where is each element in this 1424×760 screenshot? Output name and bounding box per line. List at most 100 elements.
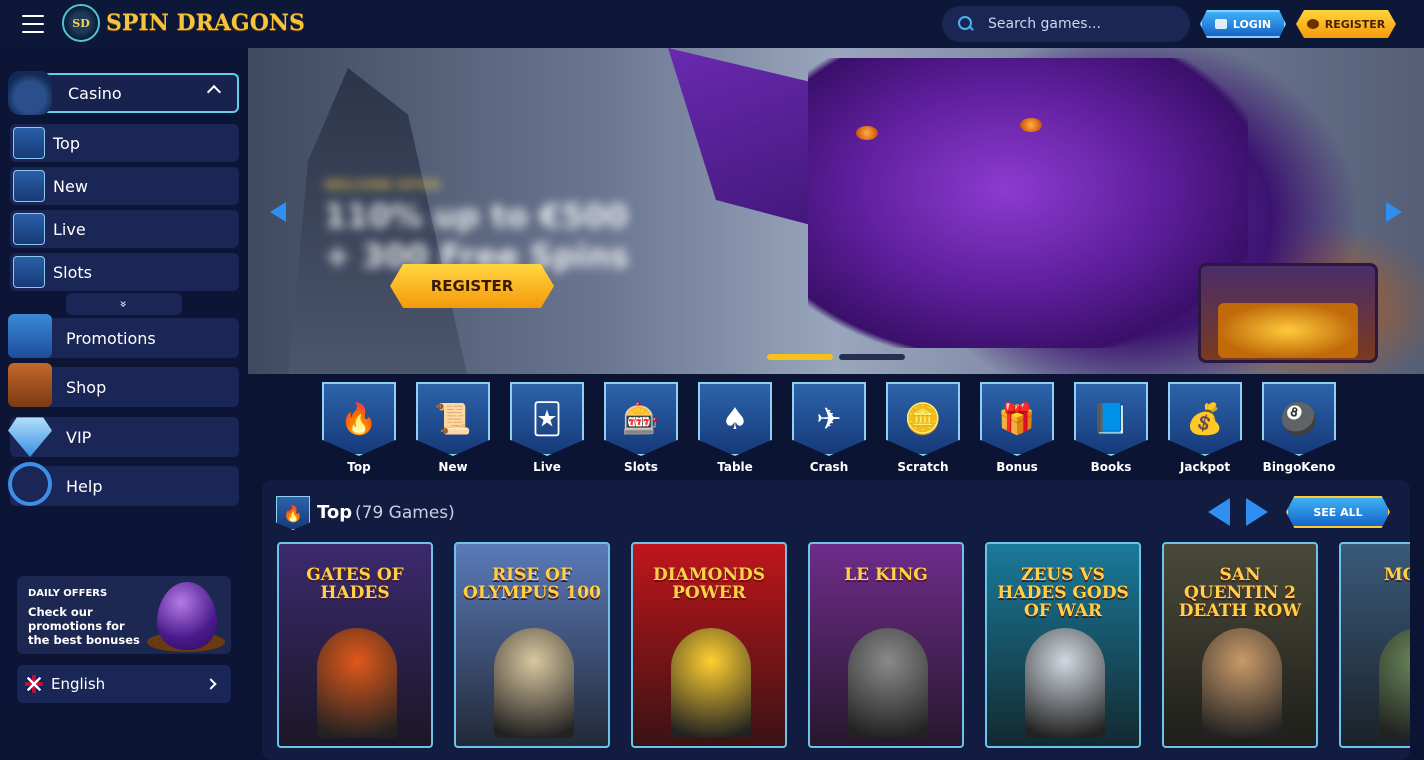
- carousel-next-icon[interactable]: [1386, 202, 1402, 222]
- hero-pre-title: WELCOME OFFER: [324, 178, 441, 192]
- game-tile[interactable]: LE KING: [808, 542, 964, 748]
- category-label: BingoKeno: [1262, 460, 1336, 474]
- game-title: ZEUS VS HADES GODS OF WAR: [997, 565, 1129, 621]
- login-icon: [1214, 19, 1227, 29]
- game-tile[interactable]: DIAMONDS POWER: [631, 542, 787, 748]
- category-bonus[interactable]: 🎁 Bonus: [980, 382, 1054, 478]
- search-bar[interactable]: [942, 6, 1190, 42]
- carousel-dot[interactable]: [839, 354, 905, 360]
- category-slots[interactable]: 🎰 Slots: [604, 382, 678, 478]
- slot-machine-icon: [13, 256, 45, 288]
- login-button[interactable]: LOGIN: [1200, 10, 1286, 38]
- sidebar-item-label: VIP: [66, 427, 92, 447]
- category-icon: ✈: [792, 382, 866, 456]
- see-all-button[interactable]: SEE ALL: [1286, 496, 1390, 528]
- sidebar-item-new[interactable]: New: [10, 167, 239, 205]
- daily-offers-card[interactable]: DAILY OFFERS Check our promotions for th…: [17, 576, 231, 654]
- sidebar-item-shop[interactable]: Shop: [8, 363, 239, 407]
- logo-text: SPIN DRAGONS: [106, 10, 305, 36]
- category-label: Jackpot: [1179, 460, 1231, 474]
- uk-flag-icon: [25, 675, 43, 693]
- sidebar-item-casino[interactable]: Casino: [8, 71, 239, 115]
- scroll-right-icon[interactable]: [1246, 498, 1268, 526]
- category-row: 🔥 Top 📜 New 🃏 Live 🎰 Slots ♠ Table ✈ Crash 🪙 Scratch 🎁…: [322, 382, 1352, 478]
- promo-title: DAILY OFFERS: [28, 588, 108, 599]
- user-plus-icon: [1306, 19, 1319, 29]
- category-bingokeno[interactable]: 🎱 BingoKeno: [1262, 382, 1336, 478]
- dragon-egg-image: [157, 582, 217, 650]
- category-scratch[interactable]: 🪙 Scratch: [886, 382, 960, 478]
- section-title: Top: [317, 502, 353, 523]
- category-icon: 🎰: [604, 382, 678, 456]
- hero-banner: WELCOME OFFER 110% up to €500 + 300 Free…: [248, 48, 1424, 374]
- game-title: LE KING: [844, 565, 928, 585]
- sidebar-item-label: Top: [53, 133, 80, 153]
- game-tile[interactable]: SAN QUENTIN 2 DEATH ROW: [1162, 542, 1318, 748]
- register-label: REGISTER: [1324, 17, 1386, 31]
- brand-logo[interactable]: SD SPIN DRAGONS: [62, 4, 305, 42]
- category-icon: 📜: [416, 382, 490, 456]
- headset-icon: [8, 462, 52, 506]
- sidebar-item-label: Casino: [68, 83, 122, 103]
- sidebar-item-slots[interactable]: Slots: [10, 253, 239, 291]
- category-icon: 🎁: [980, 382, 1054, 456]
- dragon-eye: [1020, 118, 1042, 132]
- gamepad-icon: [8, 71, 52, 115]
- sidebar-item-label: Shop: [66, 377, 107, 397]
- top-header: SD SPIN DRAGONS LOGIN REGISTER: [0, 0, 1424, 48]
- category-icon: 💰: [1168, 382, 1242, 456]
- sidebar-item-promotions[interactable]: Promotions: [8, 314, 239, 358]
- language-selector[interactable]: English: [17, 665, 231, 703]
- sidebar-item-live[interactable]: Live: [10, 210, 239, 248]
- game-tile[interactable]: MO TR: [1339, 542, 1410, 748]
- hero-register-button[interactable]: REGISTER: [390, 264, 554, 308]
- game-character-image: [494, 628, 574, 738]
- category-icon: 🎱: [1262, 382, 1336, 456]
- register-button[interactable]: REGISTER: [1296, 10, 1396, 38]
- sidebar-item-label: Slots: [53, 262, 92, 282]
- search-input[interactable]: [988, 16, 1168, 32]
- fire-icon: 🔥: [276, 496, 310, 530]
- hero-headline-line1: 110% up to €500: [324, 197, 629, 235]
- carousel-prev-icon[interactable]: [270, 202, 286, 222]
- sidebar-item-vip[interactable]: VIP: [8, 417, 239, 457]
- sidebar-item-help[interactable]: Help: [8, 462, 239, 506]
- game-title: SAN QUENTIN 2 DEATH ROW: [1178, 565, 1302, 621]
- promo-description: Check our promotions for the best bonuse…: [28, 605, 140, 647]
- category-books[interactable]: 📘 Books: [1074, 382, 1148, 478]
- top-games-section: 🔥 Top (79 Games) SEE ALL GATES OF HADES R…: [262, 480, 1410, 760]
- game-title: DIAMONDS POWER: [652, 565, 766, 603]
- category-icon: 📘: [1074, 382, 1148, 456]
- category-table[interactable]: ♠ Table: [698, 382, 772, 478]
- category-live[interactable]: 🃏 Live: [510, 382, 584, 478]
- category-label: New: [438, 460, 468, 474]
- category-label: Top: [347, 460, 371, 474]
- category-label: Table: [717, 460, 753, 474]
- category-new[interactable]: 📜 New: [416, 382, 490, 478]
- dragon-eye: [856, 126, 878, 140]
- gift-icon: [8, 314, 52, 358]
- expand-more-button[interactable]: »: [66, 293, 182, 315]
- chevrons-down-icon: »: [117, 300, 131, 308]
- chevron-up-icon[interactable]: [206, 84, 222, 100]
- category-crash[interactable]: ✈ Crash: [792, 382, 866, 478]
- cards-icon: [13, 213, 45, 245]
- sidebar-item-top[interactable]: Top: [10, 124, 239, 162]
- game-character-image: [671, 628, 751, 738]
- category-label: Live: [533, 460, 561, 474]
- carousel-dot-active[interactable]: [767, 354, 833, 360]
- category-jackpot[interactable]: 💰 Jackpot: [1168, 382, 1242, 478]
- game-tile[interactable]: GATES OF HADES: [277, 542, 433, 748]
- search-icon: [958, 16, 974, 32]
- menu-icon[interactable]: [22, 15, 44, 33]
- hero-headline: WELCOME OFFER 110% up to €500 + 300 Free…: [324, 178, 629, 276]
- gold-coins-image: [1218, 303, 1358, 358]
- sidebar-item-label: New: [53, 176, 88, 196]
- diamond-icon: [8, 417, 52, 457]
- game-tile[interactable]: ZEUS VS HADES GODS OF WAR: [985, 542, 1141, 748]
- game-tile[interactable]: RISE OF OLYMPUS 100: [454, 542, 610, 748]
- scroll-left-icon[interactable]: [1208, 498, 1230, 526]
- category-top[interactable]: 🔥 Top: [322, 382, 396, 478]
- category-label: Slots: [624, 460, 658, 474]
- game-title: RISE OF OLYMPUS 100: [463, 565, 601, 603]
